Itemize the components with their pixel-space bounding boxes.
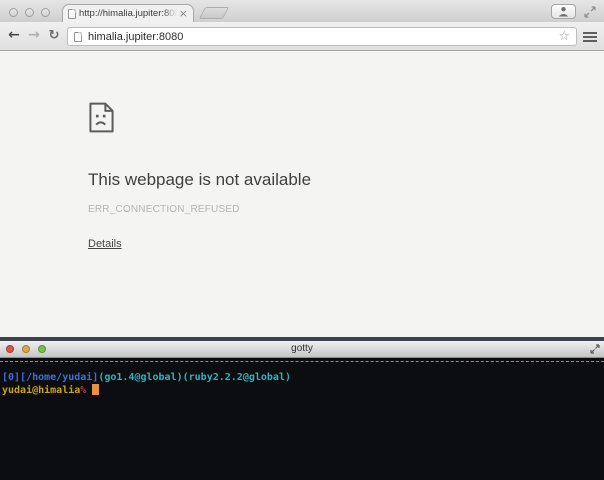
- terminal-cursor: [92, 384, 100, 395]
- terminal-window: gotty [0][/home/yudai](go1.4@global)(rub…: [0, 337, 604, 480]
- browser-titlebar: http://himalia.jupiter:808 ×: [0, 0, 604, 22]
- tab-favicon-page-icon: [68, 8, 76, 19]
- error-page: This webpage is not available ERR_CONNEC…: [0, 52, 604, 337]
- back-button[interactable]: ←: [6, 22, 22, 50]
- prompt-envs: (go1.4@global)(ruby2.2.2@global): [98, 372, 291, 383]
- tab-close-icon[interactable]: ×: [179, 8, 188, 19]
- terminal-separator: [0, 361, 604, 362]
- error-title: This webpage is not available: [88, 170, 312, 189]
- person-icon: [558, 7, 569, 17]
- fullscreen-expand-icon[interactable]: [584, 5, 596, 18]
- terminal-screen[interactable]: [0][/home/yudai](go1.4@global)(ruby2.2.2…: [0, 358, 604, 479]
- chrome-menu-icon[interactable]: [583, 32, 597, 42]
- bookmark-star-icon[interactable]: ☆: [558, 30, 570, 43]
- terminal-title: gotty: [291, 343, 313, 354]
- prompt-symbol: %: [80, 385, 87, 396]
- error-code: ERR_CONNECTION_REFUSED: [88, 204, 240, 215]
- sad-page-icon: [89, 102, 114, 133]
- minimize-window-button[interactable]: [25, 8, 34, 17]
- reload-button[interactable]: ↻: [46, 22, 62, 50]
- zoom-window-button[interactable]: [41, 8, 50, 17]
- url-page-icon: [74, 31, 82, 42]
- new-tab-button[interactable]: [198, 7, 230, 19]
- prompt-user: yudai@himalia: [2, 385, 81, 396]
- prompt-path: [0][/home/yudai]: [2, 372, 99, 383]
- browser-window: http://himalia.jupiter:808 × ← → ↻ himal…: [0, 0, 604, 337]
- terminal-titlebar: gotty: [0, 341, 604, 358]
- close-window-button[interactable]: [9, 8, 18, 17]
- browser-tab[interactable]: http://himalia.jupiter:808 ×: [62, 4, 194, 22]
- tab-title: http://himalia.jupiter:808: [76, 8, 177, 19]
- terminal-prompt: [0][/home/yudai](go1.4@global)(ruby2.2.2…: [2, 371, 604, 397]
- profile-button[interactable]: [551, 4, 576, 19]
- browser-toolbar: ← → ↻ himalia.jupiter:8080 ☆: [0, 22, 604, 51]
- address-bar[interactable]: himalia.jupiter:8080 ☆: [67, 27, 577, 46]
- screen: http://himalia.jupiter:808 × ← → ↻ himal…: [0, 0, 604, 480]
- browser-window-controls: [9, 8, 50, 17]
- details-link[interactable]: Details: [88, 238, 122, 250]
- forward-button[interactable]: →: [26, 22, 42, 50]
- terminal-resize-icon[interactable]: [590, 344, 600, 354]
- url-text[interactable]: himalia.jupiter:8080: [88, 31, 558, 43]
